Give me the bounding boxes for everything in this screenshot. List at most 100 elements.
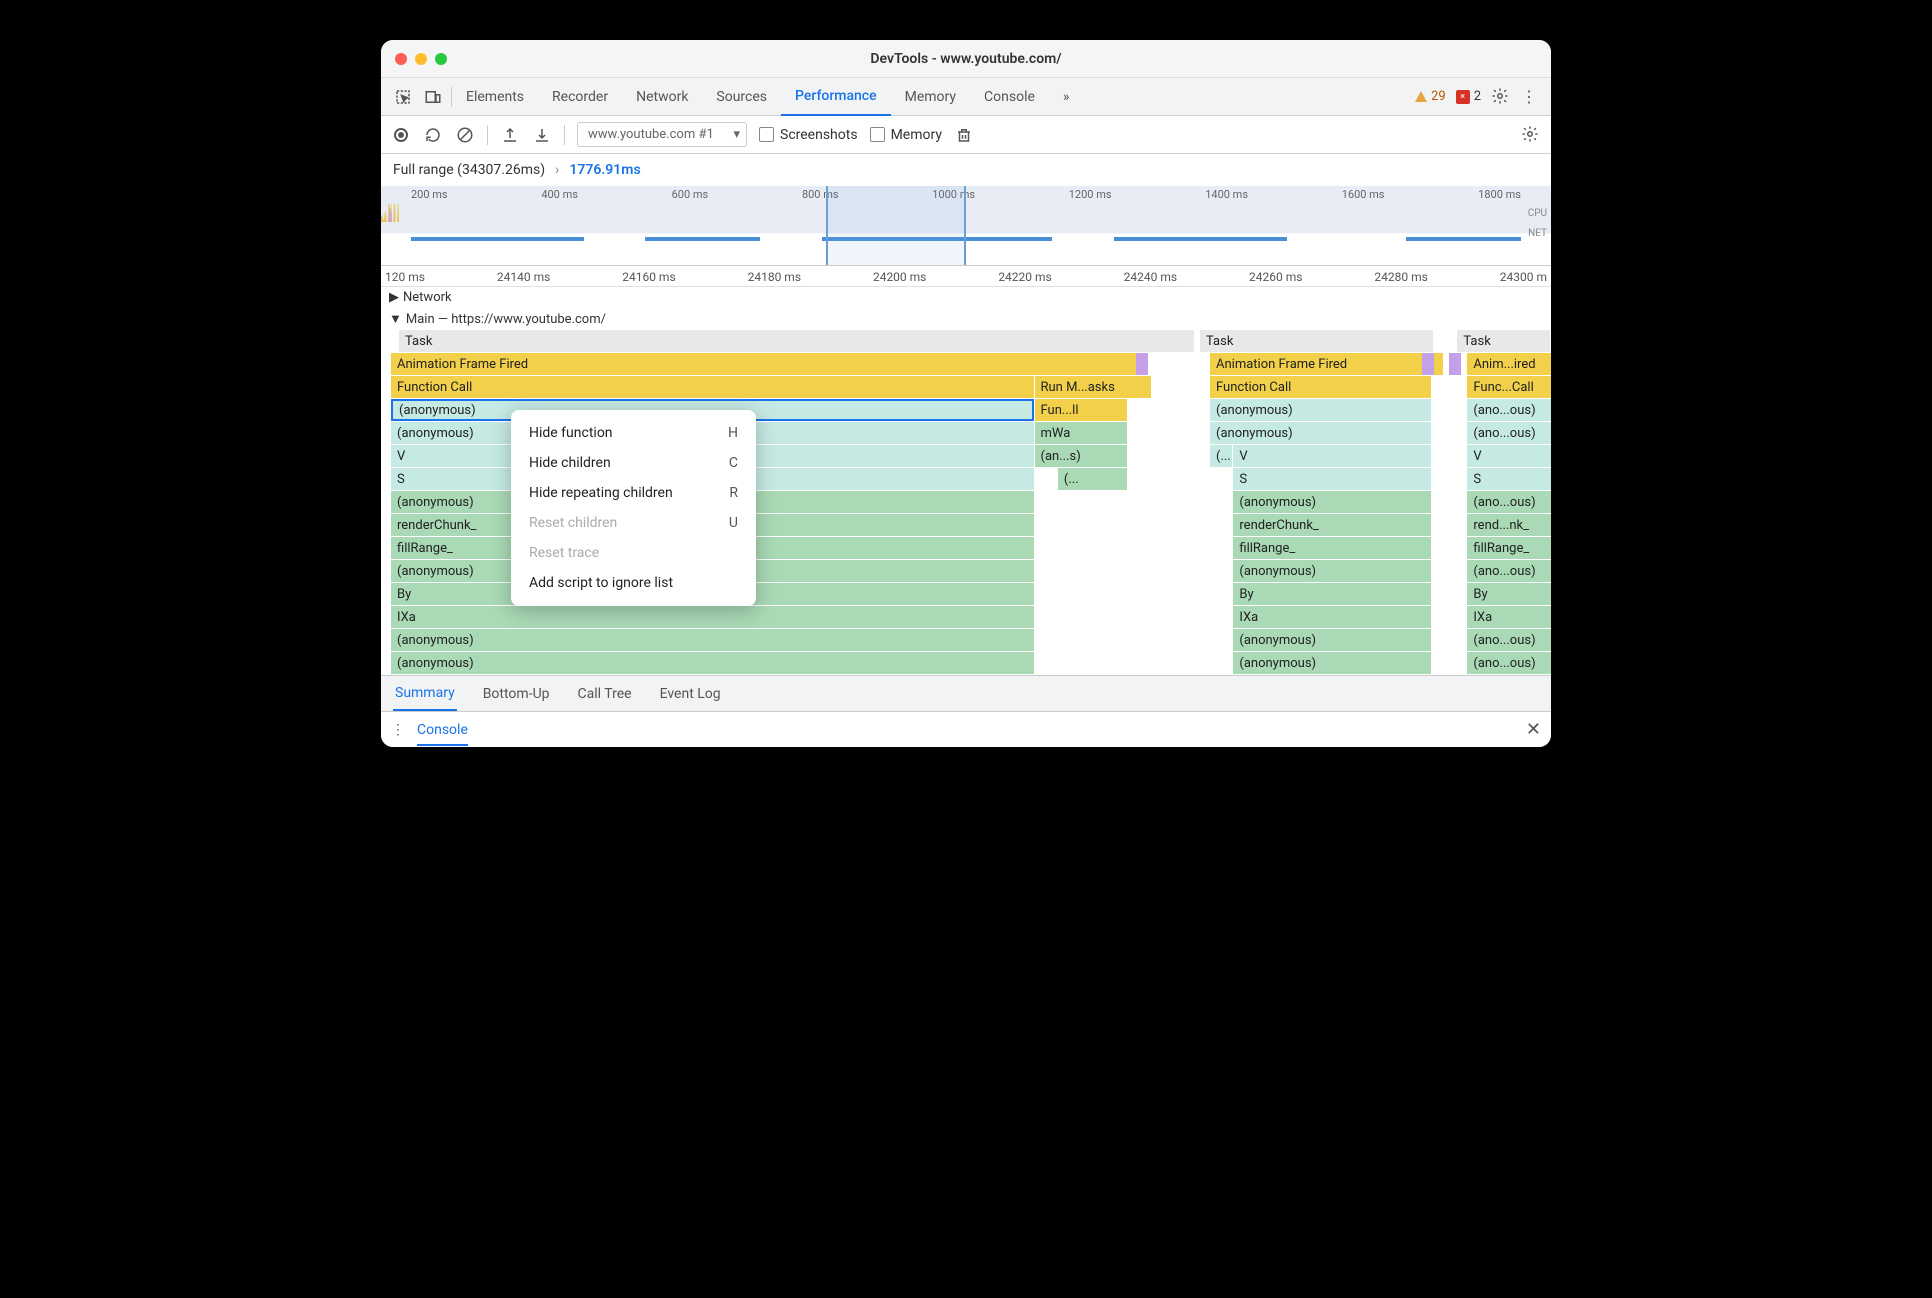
context-menu-item: Reset trace xyxy=(511,538,756,568)
flame-frame[interactable]: (anonymous) xyxy=(391,652,1034,674)
ruler-tick: 24140 ms xyxy=(497,270,550,284)
error-icon: × xyxy=(1456,90,1470,104)
tab-memory[interactable]: Memory xyxy=(891,78,970,116)
settings-icon[interactable] xyxy=(1491,87,1511,107)
close-drawer-icon[interactable]: ✕ xyxy=(1526,719,1541,740)
memory-checkbox[interactable]: Memory xyxy=(870,127,942,143)
context-menu-item[interactable]: Hide childrenC xyxy=(511,448,756,478)
flame-frame[interactable]: Function Call xyxy=(391,376,1034,398)
flame-frame[interactable]: (ano...ous) xyxy=(1467,399,1551,421)
flame-frame[interactable]: By xyxy=(1467,583,1551,605)
context-menu-item[interactable]: Add script to ignore list xyxy=(511,568,756,598)
flame-frame[interactable]: (anonymous) xyxy=(1233,629,1431,651)
detail-tab-call-tree[interactable]: Call Tree xyxy=(576,678,634,710)
selected-range-label[interactable]: 1776.91ms xyxy=(569,162,640,178)
tab-elements[interactable]: Elements xyxy=(452,78,538,116)
flame-frame[interactable]: Task xyxy=(1200,330,1433,352)
tab-console[interactable]: Console xyxy=(970,78,1049,116)
flame-frame[interactable]: (anonymous) xyxy=(1210,422,1431,444)
maximize-window-button[interactable] xyxy=(435,53,447,65)
context-menu-item[interactable]: Hide repeating childrenR xyxy=(511,478,756,508)
flame-frame[interactable]: (... xyxy=(1210,445,1232,467)
context-menu-item: Reset childrenU xyxy=(511,508,756,538)
device-icon[interactable] xyxy=(421,85,445,109)
flame-frame[interactable]: IXa xyxy=(391,606,1034,628)
flame-frame[interactable]: (ano...ous) xyxy=(1467,491,1551,513)
chevron-right-icon: › xyxy=(555,162,559,178)
flame-frame[interactable]: (ano...ous) xyxy=(1467,652,1551,674)
flame-frame[interactable]: Anim...ired xyxy=(1467,353,1551,375)
overview-minimap[interactable]: 200 ms400 ms600 ms800 ms1000 ms1200 ms14… xyxy=(381,186,1551,266)
flame-frame[interactable]: fillRange_ xyxy=(1233,537,1431,559)
network-section-header[interactable]: ▶ Network xyxy=(381,287,1551,308)
main-tabs-bar: ElementsRecorderNetworkSourcesPerformanc… xyxy=(381,78,1551,116)
kebab-menu-icon[interactable]: ⋮ xyxy=(1521,87,1541,107)
flame-frame[interactable]: Func...Call xyxy=(1467,376,1551,398)
inspect-icon[interactable] xyxy=(391,85,415,109)
flame-frame[interactable]: Fun...ll xyxy=(1035,399,1128,421)
record-button[interactable] xyxy=(391,125,411,145)
flame-frame[interactable]: rend...nk_ xyxy=(1467,514,1551,536)
upload-icon[interactable] xyxy=(500,125,520,145)
close-window-button[interactable] xyxy=(395,53,407,65)
flame-frame[interactable]: Animation Frame Fired xyxy=(391,353,1145,375)
more-tabs-icon[interactable]: » xyxy=(1049,78,1084,116)
warning-icon xyxy=(1415,91,1427,102)
flame-frame[interactable]: V xyxy=(1467,445,1551,467)
tab-network[interactable]: Network xyxy=(622,78,702,116)
flame-frame[interactable]: Task xyxy=(1457,330,1550,352)
detail-time-ruler[interactable]: 120 ms24140 ms24160 ms24180 ms24200 ms24… xyxy=(381,266,1551,287)
flame-frame[interactable]: Function Call xyxy=(1210,376,1431,398)
flame-frame[interactable]: Animation Frame Fired xyxy=(1210,353,1443,375)
detail-tab-summary[interactable]: Summary xyxy=(393,677,457,711)
panel-settings-icon[interactable] xyxy=(1521,125,1541,145)
flame-frame[interactable]: (ano...ous) xyxy=(1467,560,1551,582)
detail-tab-event-log[interactable]: Event Log xyxy=(658,678,723,710)
flame-frame[interactable]: S xyxy=(1467,468,1551,490)
flame-frame[interactable]: V xyxy=(1233,445,1431,467)
clear-button[interactable] xyxy=(455,125,475,145)
flame-frame[interactable]: (anonymous) xyxy=(1233,560,1431,582)
flame-frame[interactable]: (ano...ous) xyxy=(1467,629,1551,651)
flame-frame[interactable]: (... xyxy=(1058,468,1127,490)
flame-frame[interactable]: renderChunk_ xyxy=(1233,514,1431,536)
context-menu-item[interactable]: Hide functionH xyxy=(511,418,756,448)
flame-frame[interactable]: (anonymous) xyxy=(1233,652,1431,674)
flame-frame[interactable]: (anonymous) xyxy=(1233,491,1431,513)
flame-chart[interactable]: TaskTaskTaskAnimation Frame FiredAnimati… xyxy=(381,330,1551,675)
flame-frame[interactable]: (anonymous) xyxy=(1210,399,1431,421)
overview-tick: 600 ms xyxy=(672,188,709,201)
flame-frame[interactable]: IXa xyxy=(1233,606,1431,628)
flame-frame[interactable]: IXa xyxy=(1467,606,1551,628)
errors-badge[interactable]: ×2 xyxy=(1456,89,1481,104)
screenshots-checkbox[interactable]: Screenshots xyxy=(759,127,858,143)
flame-frame[interactable]: mWa xyxy=(1035,422,1128,444)
warnings-badge[interactable]: 29 xyxy=(1415,89,1446,104)
minimize-window-button[interactable] xyxy=(415,53,427,65)
detail-tab-bottom-up[interactable]: Bottom-Up xyxy=(481,678,552,710)
full-range-label[interactable]: Full range (34307.26ms) xyxy=(393,162,545,178)
flame-frame[interactable]: Run M...asks xyxy=(1035,376,1151,398)
overview-tick: 1600 ms xyxy=(1342,188,1385,201)
ruler-tick: 24180 ms xyxy=(748,270,801,284)
flame-frame[interactable]: (anonymous) xyxy=(391,629,1034,651)
ruler-tick: 120 ms xyxy=(385,270,425,284)
drawer-menu-icon[interactable]: ⋮ xyxy=(391,722,405,738)
flame-frame[interactable]: Task xyxy=(399,330,1194,352)
flame-frame[interactable]: (ano...ous) xyxy=(1467,422,1551,444)
tab-sources[interactable]: Sources xyxy=(702,78,781,116)
flame-frame[interactable]: (an...s) xyxy=(1035,445,1128,467)
download-icon[interactable] xyxy=(532,125,552,145)
tab-recorder[interactable]: Recorder xyxy=(538,78,622,116)
context-menu: Hide functionHHide childrenCHide repeati… xyxy=(511,410,756,606)
flame-frame[interactable]: fillRange_ xyxy=(1467,537,1551,559)
tab-performance[interactable]: Performance xyxy=(781,78,891,116)
flame-frame[interactable]: S xyxy=(1233,468,1431,490)
reload-button[interactable] xyxy=(423,125,443,145)
garbage-collect-icon[interactable] xyxy=(954,125,974,145)
main-section-header[interactable]: ▼ Main — https://www.youtube.com/ xyxy=(381,308,1551,330)
profile-selector[interactable]: www.youtube.com #1 xyxy=(577,122,747,147)
console-tab[interactable]: Console xyxy=(417,714,468,746)
ruler-tick: 24200 ms xyxy=(873,270,926,284)
flame-frame[interactable]: By xyxy=(1233,583,1431,605)
